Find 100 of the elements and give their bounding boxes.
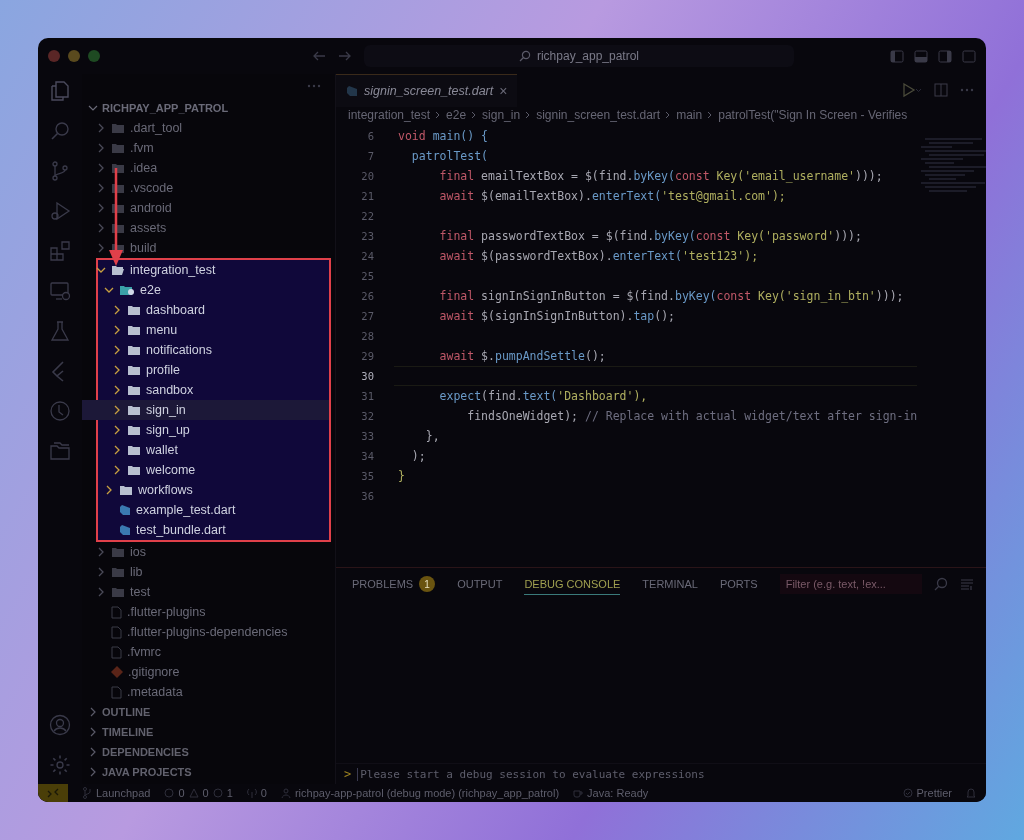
tree-item[interactable]: notifications (82, 340, 329, 360)
tree-item[interactable]: e2e (82, 280, 329, 300)
timer-icon[interactable] (49, 400, 71, 422)
line-number: 26 (360, 290, 374, 302)
bell-icon[interactable] (966, 787, 976, 799)
extensions-icon[interactable] (49, 240, 71, 262)
tree-item[interactable]: menu (82, 320, 329, 340)
close-tab-button[interactable]: × (499, 82, 508, 99)
section-header[interactable]: JAVA PROJECTS (82, 762, 335, 782)
account-icon[interactable] (49, 714, 71, 736)
layout-icon[interactable] (890, 49, 904, 63)
tree-item[interactable]: .idea (82, 158, 335, 178)
tree-item[interactable]: .fvm (82, 138, 335, 158)
tree-item[interactable]: assets (82, 218, 335, 238)
branch-icon (82, 787, 92, 799)
tree-item[interactable]: sign_in (82, 400, 329, 420)
minimize-dot[interactable] (68, 50, 80, 62)
breadcrumb[interactable]: sign_in (482, 108, 521, 122)
tree-item[interactable]: wallet (82, 440, 329, 460)
folders-icon[interactable] (49, 440, 71, 462)
remote-button[interactable] (38, 784, 68, 802)
project-header[interactable]: RICHPAY_APP_PATROL (82, 98, 335, 118)
tree-item[interactable]: android (82, 198, 335, 218)
line-number: 29 (360, 350, 374, 362)
tree-item[interactable]: .gitignore (82, 662, 335, 682)
prettier-status[interactable]: Prettier (902, 787, 952, 799)
search-icon[interactable] (49, 120, 71, 142)
console-input-field[interactable]: Please start a debug session to evaluate expressions (357, 767, 978, 781)
panel-tab[interactable]: DEBUG CONSOLE (524, 573, 621, 595)
tree-item[interactable]: .dart_tool (82, 118, 335, 138)
breadcrumb[interactable]: e2e (446, 108, 467, 122)
tree-item[interactable]: .metadata (82, 682, 335, 702)
tree-item[interactable]: .fvmrc (82, 642, 335, 662)
command-search-field[interactable]: richpay_app_patrol (364, 45, 794, 67)
folder-icon (127, 404, 141, 416)
panel-tab[interactable]: OUTPUT (457, 574, 503, 594)
tree-item[interactable]: example_test.dart (82, 500, 329, 520)
split-editor-icon[interactable] (934, 83, 948, 97)
tree-item[interactable]: .flutter-plugins-dependencies (82, 622, 335, 642)
ports-status[interactable]: 0 (246, 787, 267, 799)
antenna-icon (246, 788, 257, 798)
tree-item[interactable]: .flutter-plugins (82, 602, 335, 622)
forward-arrow-icon[interactable] (338, 50, 352, 62)
settings-icon[interactable] (49, 754, 71, 776)
layout-icon[interactable] (962, 49, 976, 63)
panel-tab[interactable]: PROBLEMS 1 (352, 572, 436, 596)
tree-item[interactable]: welcome (82, 460, 329, 480)
tree-item[interactable]: workflows (82, 480, 329, 500)
run-icon[interactable] (900, 82, 922, 98)
tree-item[interactable]: dashboard (82, 300, 329, 320)
files-icon[interactable] (49, 80, 71, 102)
debug-session-status[interactable]: richpay-app-patrol (debug mode) (richpay_app_patrol) (280, 787, 560, 799)
breadcrumb[interactable]: integration_test (348, 108, 431, 122)
tree-item[interactable]: integration_test (82, 260, 329, 280)
maximize-dot[interactable] (88, 50, 100, 62)
source-control-icon[interactable] (49, 160, 71, 182)
tree-item[interactable]: ios (82, 542, 335, 562)
panel-tab[interactable]: PORTS (719, 574, 758, 594)
layout-icon[interactable] (914, 49, 928, 63)
filter-field[interactable]: Filter (e.g. text, !ex... (779, 574, 922, 594)
run-debug-icon[interactable] (49, 200, 71, 222)
search-icon[interactable] (933, 577, 948, 591)
folder-icon (119, 484, 133, 496)
code-line: await $.pumpAndSettle(); (438, 349, 606, 363)
code-line: } (398, 469, 405, 483)
java-status[interactable]: Java: Ready (573, 787, 649, 799)
tree-item[interactable]: sign_up (82, 420, 329, 440)
tree-item[interactable]: sandbox (82, 380, 329, 400)
tree-item[interactable]: .vscode (82, 178, 335, 198)
back-arrow-icon[interactable] (312, 50, 326, 62)
section-header[interactable]: OUTLINE (82, 702, 335, 722)
check-circle-icon (902, 788, 913, 798)
list-icon[interactable] (959, 578, 974, 590)
flask-icon[interactable] (49, 320, 71, 342)
code-line: await $(passwordTextBox).enterText('test123'); (438, 249, 759, 263)
branch-status[interactable]: Launchpad (82, 787, 151, 799)
section-header[interactable]: DEPENDENCIES (82, 742, 335, 762)
chevron-icon (525, 111, 532, 119)
editor-tab[interactable]: signin_screen_test.dart × (336, 73, 518, 107)
tree-item[interactable]: lib (82, 562, 335, 582)
folder-icon (127, 464, 141, 476)
tree-item[interactable]: test (82, 582, 335, 602)
problems-status[interactable]: 0 0 1 (164, 787, 233, 799)
more-icon[interactable] (960, 88, 974, 92)
tree-item[interactable]: profile (82, 360, 329, 380)
close-dot[interactable] (48, 50, 60, 62)
more-icon[interactable] (307, 84, 321, 89)
panel-tab[interactable]: TERMINAL (642, 574, 698, 594)
prompt-symbol: > (344, 767, 352, 781)
breadcrumb[interactable]: patrolTest("Sign In Screen - Verifies (718, 108, 908, 122)
tree-item[interactable]: test_bundle.dart (82, 520, 329, 540)
cup-icon (573, 788, 584, 798)
count-badge: 1 (419, 576, 436, 592)
layout-icon[interactable] (938, 49, 952, 63)
section-header[interactable]: TIMELINE (82, 722, 335, 742)
monitor-icon[interactable] (49, 280, 71, 302)
folder-icon (127, 344, 141, 356)
folder-icon (127, 384, 141, 396)
breadcrumb[interactable]: main (676, 108, 703, 122)
breadcrumb[interactable]: signin_screen_test.dart (536, 108, 661, 122)
